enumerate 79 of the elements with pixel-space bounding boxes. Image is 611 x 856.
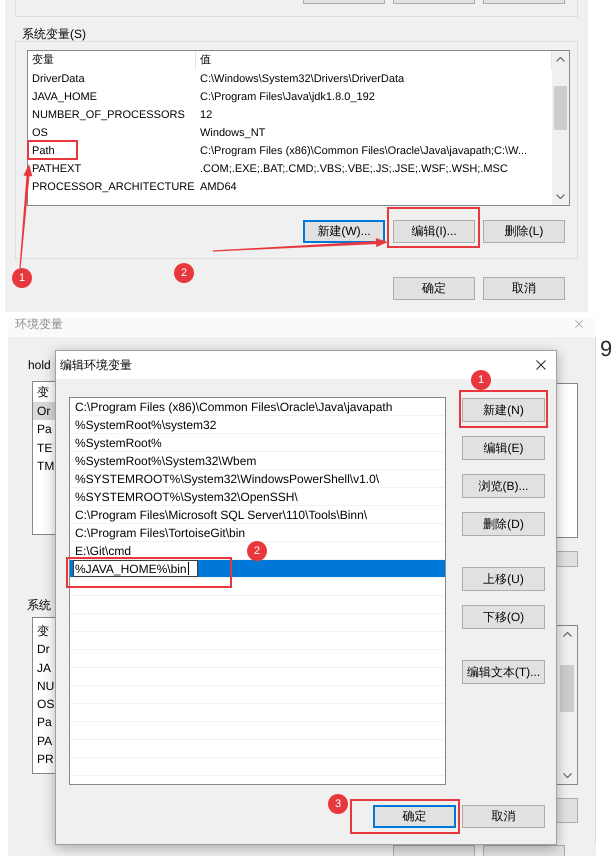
list-item[interactable]: NU xyxy=(33,676,55,696)
step-number: 1 xyxy=(471,370,491,390)
table-cell: JAVA_HOME xyxy=(32,91,97,103)
list-item[interactable]: PR xyxy=(33,750,55,768)
list-item[interactable]: TE xyxy=(33,438,55,458)
dialog-button[interactable]: 新建(W)... xyxy=(303,220,385,243)
table-cell: C:\Windows\System32\Drivers\DriverData xyxy=(200,73,404,85)
window-title: 环境变量 xyxy=(15,318,63,330)
table-cell: C:\Program Files (x86)\Common Files\Oracle\Java\javapath;C:\W... xyxy=(200,145,528,157)
dialog-button[interactable]: 浏览(B)... xyxy=(462,474,545,498)
partial-button[interactable] xyxy=(393,845,475,856)
partial-button[interactable] xyxy=(393,0,475,4)
scrollbar-thumb[interactable] xyxy=(554,86,567,130)
step-number: 2 xyxy=(174,263,194,283)
step-number: 2 xyxy=(247,541,267,561)
column-header[interactable]: 变 xyxy=(33,622,55,640)
list-item[interactable]: PA xyxy=(33,732,55,750)
list-item[interactable]: C:\Program Files\Microsoft SQL Server\110\Tools\Binn\ xyxy=(70,506,445,524)
column-header[interactable]: 变 xyxy=(33,383,55,402)
table-cell: AMD64 xyxy=(200,181,237,193)
chevron-down-icon[interactable] xyxy=(556,194,565,199)
table-cell: PROCESSOR_ARCHITECTURE xyxy=(32,181,195,193)
dialog-button[interactable]: 编辑(I)... xyxy=(393,220,475,243)
close-icon[interactable] xyxy=(536,360,546,370)
partial-button[interactable] xyxy=(557,798,578,823)
table-cell: Windows_NT xyxy=(200,127,266,139)
dialog-button[interactable]: 确定 xyxy=(393,277,475,300)
partial-button[interactable] xyxy=(303,0,385,4)
list-item[interactable]: %SystemRoot%\system32 xyxy=(70,416,445,434)
table-cell: DriverData xyxy=(32,73,85,85)
list-item[interactable]: OS xyxy=(33,695,55,714)
partial-button[interactable] xyxy=(483,0,565,4)
table-cell: OS xyxy=(32,127,48,139)
dialog-button[interactable]: 取消 xyxy=(462,805,545,828)
dialog-button[interactable]: 确定 xyxy=(373,805,456,828)
list-item[interactable]: %SystemRoot%\System32\Wbem xyxy=(70,452,445,470)
text-cursor-icon xyxy=(188,562,189,575)
group-label: 系统 xyxy=(27,598,51,612)
dialog-button[interactable]: 取消 xyxy=(483,277,565,300)
list-item[interactable]: %JAVA_HOME%\bin xyxy=(70,560,445,578)
step-number: 1 xyxy=(12,268,32,288)
dialog-button[interactable]: 编辑文本(T)... xyxy=(462,660,545,684)
list-item[interactable]: Dr xyxy=(33,640,55,659)
dialog-title: 编辑环境变量 xyxy=(60,356,132,374)
partial-button[interactable] xyxy=(557,551,578,567)
chevron-down-icon[interactable] xyxy=(562,773,572,778)
list-item[interactable]: JA xyxy=(33,658,55,677)
table-cell: 12 xyxy=(200,109,212,121)
table-cell: NUMBER_OF_PROCESSORS xyxy=(32,109,185,121)
chevron-up-icon[interactable] xyxy=(562,632,572,637)
list-item[interactable]: %SYSTEMROOT%\System32\WindowsPowerShell\v1.0\ xyxy=(70,470,445,488)
column-header[interactable]: 变量 xyxy=(28,51,196,70)
dialog-button[interactable]: 删除(D) xyxy=(462,512,545,536)
dialog-button[interactable]: 上移(U) xyxy=(462,567,545,591)
scrollbar-track[interactable] xyxy=(552,51,569,205)
table-cell: Path xyxy=(32,145,55,157)
group-label: hold xyxy=(28,358,51,372)
list-item[interactable]: Or xyxy=(33,402,55,420)
list-item[interactable]: C:\Program Files (x86)\Common Files\Oracle\Java\javapath xyxy=(70,398,445,416)
clipped-text: 9 xyxy=(600,338,611,360)
scrollbar-thumb[interactable] xyxy=(560,665,574,712)
entry-input[interactable]: %JAVA_HOME%\bin xyxy=(73,560,198,577)
partial-button[interactable] xyxy=(483,845,565,856)
step-number: 3 xyxy=(328,794,348,814)
dialog-button[interactable]: 下移(O) xyxy=(462,605,545,629)
table-cell: C:\Program Files\Java\jdk1.8.0_192 xyxy=(200,91,375,103)
list-item[interactable]: Pa xyxy=(33,713,55,732)
list-item[interactable]: %SystemRoot% xyxy=(70,434,445,452)
chevron-up-icon[interactable] xyxy=(556,57,565,62)
dialog-button[interactable]: 删除(L) xyxy=(483,220,565,243)
dialog-button[interactable]: 编辑(E) xyxy=(462,436,545,460)
group-label: 系统变量(S) xyxy=(22,27,86,41)
table-cell: PATHEXT xyxy=(32,163,82,175)
list-item[interactable]: C:\Program Files\TortoiseGit\bin xyxy=(70,524,445,542)
list-item[interactable]: %SYSTEMROOT%\System32\OpenSSH\ xyxy=(70,488,445,506)
dialog-button[interactable]: 新建(N) xyxy=(462,398,545,422)
table-cell: .COM;.EXE;.BAT;.CMD;.VBS;.VBE;.JS;.JSE;.WSF;.WSH;.MSC xyxy=(200,163,508,175)
list-item[interactable]: TM xyxy=(33,457,55,476)
list-item[interactable]: Pa xyxy=(33,420,55,439)
